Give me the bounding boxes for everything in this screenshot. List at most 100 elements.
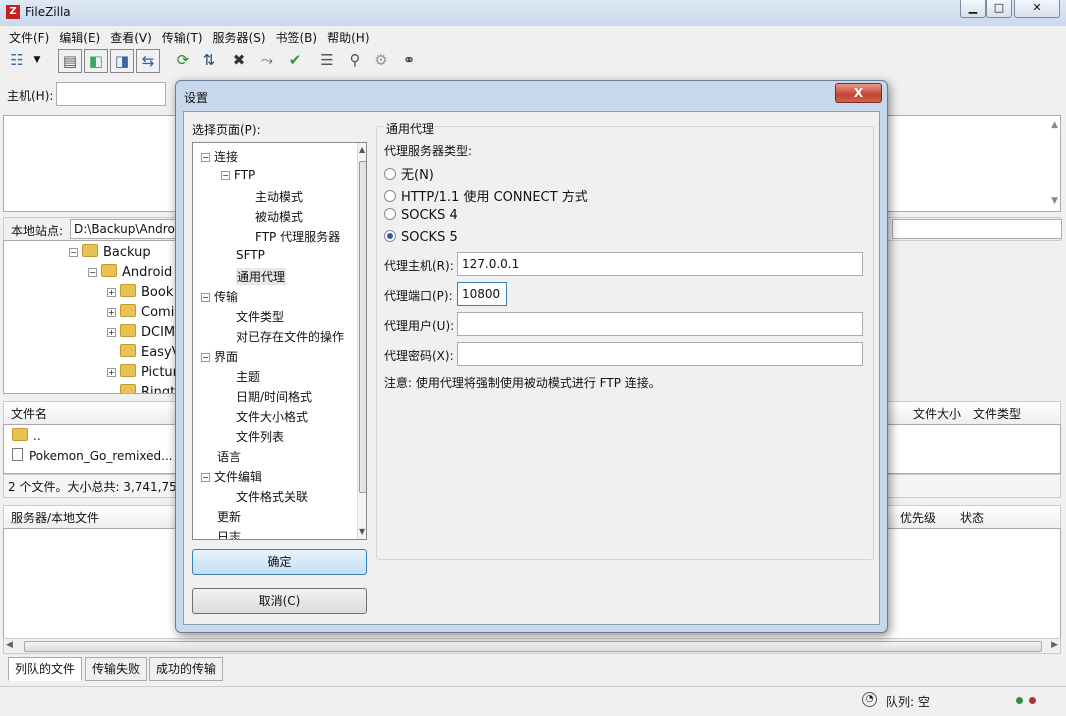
proxy-host-input[interactable]: 127.0.0.1 xyxy=(457,252,863,276)
disconnect-icon[interactable]: ⤳ xyxy=(256,49,278,71)
menu-view[interactable]: 查看(V) xyxy=(105,26,157,46)
menu-bookmarks[interactable]: 书签(B) xyxy=(271,26,323,46)
tree-item-book[interactable]: + Book xyxy=(107,284,173,300)
tree-item-filesize-format[interactable]: 文件大小格式 xyxy=(236,408,308,425)
remote-site-input[interactable] xyxy=(892,219,1062,239)
proxy-port-input[interactable]: 10800 xyxy=(457,282,507,306)
local-site-input[interactable]: D:\Backup\Androi xyxy=(70,219,185,239)
toggle-local-tree-icon[interactable]: ◧ xyxy=(84,49,108,73)
window-close-button[interactable]: ✕ xyxy=(1014,0,1060,18)
tree-item-date-time-format[interactable]: 日期/时间格式 xyxy=(236,388,312,405)
tree-item-active-mode[interactable]: 主动模式 xyxy=(255,188,303,205)
radio-button-icon[interactable] xyxy=(384,190,396,202)
cancel-button[interactable]: 取消(C) xyxy=(192,588,367,614)
menu-file[interactable]: 文件(F) xyxy=(4,26,54,46)
radio-button-icon[interactable] xyxy=(384,168,396,180)
column-filesize[interactable]: 文件大小 xyxy=(913,405,961,422)
tree-item-easyv[interactable]: EasyV xyxy=(120,344,177,360)
column-priority[interactable]: 优先级 xyxy=(900,509,936,526)
tree-item-themes[interactable]: 主题 xyxy=(236,368,260,385)
tree-item-backup[interactable]: − Backup xyxy=(69,244,151,260)
tree-item-passive-mode[interactable]: 被动模式 xyxy=(255,208,303,225)
tree-scroll-down-icon[interactable]: ▼ xyxy=(359,527,365,536)
tree-item-logging[interactable]: 日志 xyxy=(217,528,241,539)
reconnect-icon[interactable]: ✔ xyxy=(284,49,306,71)
tree-item-transfers[interactable]: − 传输 xyxy=(201,288,238,305)
refresh-icon[interactable]: ⟳ xyxy=(172,49,194,71)
menu-edit[interactable]: 编辑(E) xyxy=(54,26,105,46)
collapse-icon[interactable]: − xyxy=(201,473,210,482)
menu-server[interactable]: 服务器(S) xyxy=(208,26,271,46)
tree-item-pictures[interactable]: + Pictur xyxy=(107,364,177,380)
scroll-right-icon[interactable]: ▶ xyxy=(1051,640,1058,650)
tree-item-connection[interactable]: − 连接 xyxy=(201,148,238,165)
collapse-icon[interactable]: − xyxy=(201,153,210,162)
maximize-button[interactable]: □ xyxy=(986,0,1012,18)
cancel-operation-icon[interactable]: ✖ xyxy=(228,49,250,71)
radio-no-proxy[interactable]: 无(N) xyxy=(384,164,434,183)
toggle-remote-tree-icon[interactable]: ◨ xyxy=(110,49,134,73)
expand-icon[interactable]: + xyxy=(107,328,116,337)
toggle-log-icon[interactable]: ▤ xyxy=(58,49,82,73)
radio-http-proxy[interactable]: HTTP/1.1 使用 CONNECT 方式 xyxy=(384,186,588,205)
tree-item-filetype-associations[interactable]: 文件格式关联 xyxy=(236,488,308,505)
dialog-close-button[interactable]: X xyxy=(835,83,882,103)
column-status[interactable]: 状态 xyxy=(960,509,984,526)
search-icon[interactable]: ⚲ xyxy=(344,49,366,71)
expand-icon[interactable]: + xyxy=(107,288,116,297)
collapse-icon[interactable]: − xyxy=(201,293,210,302)
site-manager-icon[interactable]: ☷ xyxy=(6,49,28,71)
collapse-icon[interactable]: − xyxy=(69,248,78,257)
file-row[interactable]: Pokemon_Go_remixed... xyxy=(12,448,173,463)
menu-transfer[interactable]: 传输(T) xyxy=(157,26,208,46)
tab-successful-transfers[interactable]: 成功的传输 xyxy=(149,657,224,681)
host-input[interactable] xyxy=(56,82,166,106)
tab-failed-transfers[interactable]: 传输失败 xyxy=(85,657,148,681)
tree-scroll-thumb[interactable] xyxy=(359,161,366,493)
tab-queued-files[interactable]: 列队的文件 xyxy=(8,657,83,681)
expand-icon[interactable]: + xyxy=(107,368,116,377)
tree-scroll-up-icon[interactable]: ▲ xyxy=(359,145,365,154)
process-queue-icon[interactable]: ⇅ xyxy=(198,49,220,71)
horizontal-scrollbar[interactable]: ◀ ▶ xyxy=(3,638,1061,654)
scroll-left-icon[interactable]: ◀ xyxy=(6,640,13,650)
tree-item-comic[interactable]: + Comi xyxy=(107,304,174,320)
ok-button[interactable]: 确定 xyxy=(192,549,367,575)
collapse-icon[interactable]: − xyxy=(201,353,210,362)
tree-item-android[interactable]: − Android xyxy=(88,264,172,280)
tree-item-interface[interactable]: − 界面 xyxy=(201,348,238,365)
radio-socks5[interactable]: SOCKS 5 xyxy=(384,230,458,245)
tree-item-ftp-proxy[interactable]: FTP 代理服务器 xyxy=(255,228,340,245)
log-scroll-up-icon[interactable]: ▲ xyxy=(1051,120,1058,130)
tree-item-file-exists-action[interactable]: 对已存在文件的操作 xyxy=(236,328,344,345)
binoculars-icon[interactable]: ⚭ xyxy=(398,49,420,71)
toggle-queue-icon[interactable]: ⇆ xyxy=(136,49,160,73)
column-filename[interactable]: 文件名 xyxy=(11,405,47,422)
directory-filter-icon[interactable]: ☰ xyxy=(316,49,338,71)
menu-help[interactable]: 帮助(H) xyxy=(322,26,374,46)
tree-item-file-types[interactable]: 文件类型 xyxy=(236,308,284,325)
proxy-user-input[interactable] xyxy=(457,312,863,336)
site-manager-dropdown-icon[interactable]: ▼ xyxy=(31,49,43,71)
collapse-icon[interactable]: − xyxy=(88,268,97,277)
minimize-button[interactable]: ▁ xyxy=(960,0,986,18)
file-row-parent[interactable]: .. xyxy=(12,428,41,443)
sync-browsing-icon[interactable]: ⚙ xyxy=(370,49,392,71)
radio-socks4[interactable]: SOCKS 4 xyxy=(384,208,458,223)
column-server-local-file[interactable]: 服务器/本地文件 xyxy=(11,509,99,526)
log-scroll-down-icon[interactable]: ▼ xyxy=(1051,196,1058,206)
expand-icon[interactable]: + xyxy=(107,308,116,317)
radio-button-selected-icon[interactable] xyxy=(384,230,396,242)
tree-item-ringtones[interactable]: Ringt xyxy=(120,384,175,393)
proxy-password-input[interactable] xyxy=(457,342,863,366)
tree-item-updates[interactable]: 更新 xyxy=(217,508,241,525)
tree-item-language[interactable]: 语言 xyxy=(217,448,241,465)
scroll-thumb[interactable] xyxy=(24,641,1042,652)
column-filetype[interactable]: 文件类型 xyxy=(973,405,1021,422)
tree-item-ftp[interactable]: − FTP xyxy=(221,168,255,182)
tree-item-generic-proxy[interactable]: 通用代理 xyxy=(236,268,287,285)
collapse-icon[interactable]: − xyxy=(221,171,230,180)
speed-limit-icon[interactable]: ◔ xyxy=(862,692,877,707)
tree-item-file-lists[interactable]: 文件列表 xyxy=(236,428,284,445)
radio-button-icon[interactable] xyxy=(384,208,396,220)
